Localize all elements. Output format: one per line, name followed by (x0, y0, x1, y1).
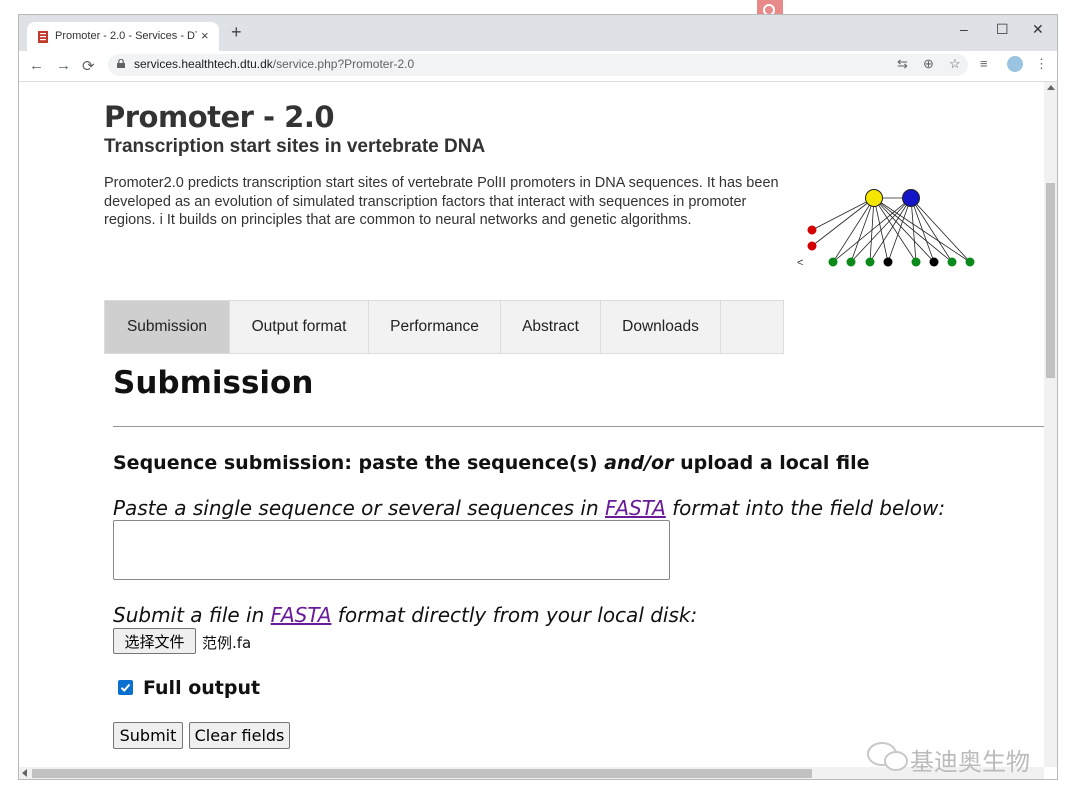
tab-performance[interactable]: Performance (369, 301, 501, 353)
maximize-button[interactable]: ☐ (996, 21, 1009, 38)
browser-window: Promoter - 2.0 - Services - DTU × + – ☐ … (18, 14, 1058, 780)
node-green (846, 257, 856, 267)
browser-tab[interactable]: Promoter - 2.0 - Services - DTU × (27, 22, 219, 51)
seq-heading-post: upload a local file (673, 452, 870, 474)
node-green (828, 257, 838, 267)
fasta-link[interactable]: FASTA (271, 603, 332, 627)
tab-close-icon[interactable]: × (201, 28, 209, 43)
minimize-button[interactable]: – (960, 21, 968, 37)
file-post: format directly from your local disk: (331, 603, 698, 627)
dtu-favicon-icon (38, 31, 48, 43)
full-output-label: Full output (143, 677, 261, 699)
address-bar[interactable]: services.healthtech.dtu.dk/service.php?P… (108, 54, 968, 76)
node-black (929, 257, 939, 267)
lock-icon (117, 59, 125, 68)
forward-arrow-icon[interactable]: → (56, 57, 71, 74)
divider (113, 426, 1044, 427)
zoom-icon[interactable]: ⊕ (923, 56, 934, 72)
selected-file-name: 范例.fa (202, 634, 252, 652)
node-blue (902, 189, 920, 207)
browser-toolbar: ← → ⟳ services.healthtech.dtu.dk/service… (19, 51, 1057, 82)
horizontal-scroll-thumb[interactable] (32, 769, 812, 778)
tab-downloads[interactable]: Downloads (601, 301, 721, 353)
figure-label: < (797, 257, 803, 269)
reading-list-icon[interactable]: ≡ (980, 56, 988, 71)
url-path: /service.php?Promoter-2.0 (272, 57, 415, 71)
network-edges (811, 197, 971, 263)
translate-icon[interactable]: ⇆ (897, 56, 908, 72)
scroll-up-arrow-icon[interactable] (1047, 85, 1055, 90)
node-red (807, 241, 817, 251)
file-pre: Submit a file in (113, 603, 271, 627)
node-black (883, 257, 893, 267)
checkmark-icon (120, 683, 131, 692)
reload-icon[interactable]: ⟳ (82, 57, 95, 75)
page-subtitle: Transcription start sites in vertebrate … (104, 136, 486, 157)
new-tab-button[interactable]: + (231, 23, 242, 41)
url-text: services.healthtech.dtu.dk/service.php?P… (134, 57, 414, 71)
scroll-left-arrow-icon[interactable] (22, 769, 27, 777)
vertical-scrollbar[interactable] (1044, 82, 1057, 767)
bookmark-star-icon[interactable]: ☆ (949, 56, 961, 72)
tab-submission[interactable]: Submission (105, 301, 230, 353)
neural-network-figure: < (797, 189, 975, 269)
intro-paragraph: Promoter2.0 predicts transcription start… (104, 175, 779, 228)
sequence-textarea[interactable] (113, 520, 670, 580)
close-window-button[interactable]: ✕ (1032, 21, 1044, 38)
submit-button[interactable]: Submit (113, 722, 183, 749)
vertical-scroll-thumb[interactable] (1046, 183, 1055, 378)
menu-dots-icon[interactable]: ⋮ (1035, 56, 1048, 72)
node-green (865, 257, 875, 267)
fasta-link[interactable]: FASTA (605, 496, 666, 520)
page-title: Promoter - 2.0 (104, 100, 335, 134)
sequence-submission-heading: Sequence submission: paste the sequence(… (113, 452, 870, 474)
file-instructions: Submit a file in FASTA format directly f… (113, 603, 697, 627)
tab-output-format[interactable]: Output format (230, 301, 369, 353)
tab-abstract[interactable]: Abstract (501, 301, 601, 353)
full-output-checkbox[interactable] (118, 680, 133, 695)
page-tabs: Submission Output format Performance Abs… (104, 300, 784, 354)
node-green (965, 257, 975, 267)
url-host: services.healthtech.dtu.dk (134, 57, 273, 71)
submission-heading: Submission (113, 365, 314, 401)
choose-file-button[interactable]: 选择文件 (113, 628, 196, 654)
node-yellow (865, 189, 883, 207)
seq-heading-em: and/or (604, 452, 674, 474)
title-bar: Promoter - 2.0 - Services - DTU × + – ☐ … (19, 15, 1057, 51)
node-red (807, 225, 817, 235)
profile-avatar[interactable] (1007, 56, 1023, 72)
seq-heading-pre: Sequence submission: paste the sequence(… (113, 452, 605, 474)
tab-title: Promoter - 2.0 - Services - DTU (55, 30, 197, 42)
page-content: Promoter - 2.0 Transcription start sites… (19, 82, 1044, 767)
clear-fields-button[interactable]: Clear fields (189, 722, 290, 749)
back-arrow-icon[interactable]: ← (29, 57, 44, 74)
paste-pre: Paste a single sequence or several seque… (113, 496, 605, 520)
paste-post: format into the field below: (665, 496, 946, 520)
node-green (911, 257, 921, 267)
paste-instructions: Paste a single sequence or several seque… (113, 496, 945, 520)
node-green (947, 257, 957, 267)
watermark-text: 基迪奥生物 (910, 748, 1030, 776)
